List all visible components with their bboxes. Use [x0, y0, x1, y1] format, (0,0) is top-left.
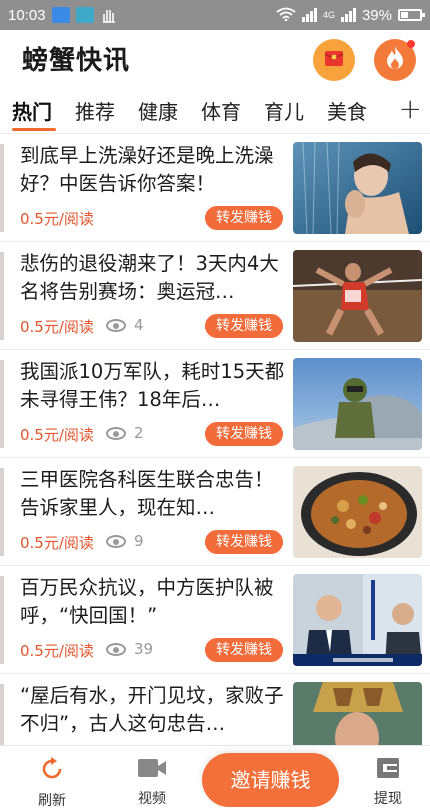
tab-sports[interactable]: 体育: [201, 96, 241, 125]
active-tab-indicator: [12, 128, 56, 131]
eye-icon: [106, 426, 126, 440]
article-thumbnail[interactable]: [293, 574, 422, 666]
article-item[interactable]: “屋后有水，开门见坟，家败子不归”，古人这句忠告…: [0, 674, 430, 745]
article-reward: 0.5元/阅读: [20, 210, 94, 228]
article-reward: 0.5元/阅读: [20, 426, 94, 444]
article-title[interactable]: 到底早上洗澡好还是晚上洗澡好？中医告诉你答案！: [20, 142, 286, 198]
eye-icon: [106, 318, 126, 332]
view-count-value: 4: [134, 316, 144, 334]
nav-withdraw-label: 提现: [374, 791, 402, 807]
share-earn-button[interactable]: 转发赚钱: [205, 422, 283, 446]
app-header: 螃蟹快讯: [0, 30, 430, 90]
nav-refresh-label: 刷新: [38, 793, 66, 809]
article-reward: 0.5元/阅读: [20, 534, 94, 552]
red-packet-icon: [322, 46, 346, 74]
article-reward: 0.5元/阅读: [20, 318, 94, 336]
nav-video[interactable]: 视频: [122, 756, 182, 808]
article-thumbnail[interactable]: [293, 142, 422, 234]
article-thumbnail[interactable]: [293, 250, 422, 342]
withdraw-icon: [375, 758, 401, 784]
view-count: 2: [106, 424, 144, 442]
article-title[interactable]: “屋后有水，开门见坟，家败子不归”，古人这句忠告…: [20, 682, 286, 738]
article-thumbnail[interactable]: [293, 358, 422, 450]
article-title[interactable]: 悲伤的退役潮来了！3天内4大名将告别赛场：奥运冠…: [20, 250, 286, 306]
fire-icon: [384, 45, 406, 75]
app-title: 螃蟹快讯: [22, 46, 131, 76]
article-title[interactable]: 百万民众抗议，中方医护队被呼，“快回国！”: [20, 574, 286, 630]
category-tabs: 热门 推荐 健康 体育 育儿 美食 +: [0, 90, 430, 134]
refresh-icon: [39, 757, 65, 786]
article-item[interactable]: 到底早上洗澡好还是晚上洗澡好？中医告诉你答案！ 0.5元/阅读 转发赚钱: [0, 134, 430, 242]
eye-icon: [106, 534, 126, 548]
article-thumbnail[interactable]: [293, 682, 422, 745]
tab-hot[interactable]: 热门: [12, 96, 52, 125]
article-thumbnail[interactable]: [293, 466, 422, 558]
edge-shadow: [0, 144, 4, 232]
edge-shadow: [0, 684, 4, 745]
share-earn-button[interactable]: 转发赚钱: [205, 206, 283, 230]
nav-video-label: 视频: [138, 791, 166, 807]
screenshot-notification-icon: [75, 7, 94, 23]
tab-parenting[interactable]: 育儿: [264, 96, 304, 125]
article-title[interactable]: 三甲医院各科医生联合忠告！告诉家里人，现在知…: [20, 466, 286, 522]
tab-food[interactable]: 美食: [327, 96, 367, 125]
video-camera-icon: [137, 759, 167, 784]
nav-withdraw[interactable]: 提现: [358, 756, 418, 808]
article-item[interactable]: 悲伤的退役潮来了！3天内4大名将告别赛场：奥运冠… 0.5元/阅读 4 转发赚钱: [0, 242, 430, 350]
status-time: 10:03: [8, 6, 46, 24]
tab-health[interactable]: 健康: [138, 96, 178, 125]
status-bar: 10:03 4G 39%: [0, 0, 430, 30]
edge-shadow: [0, 360, 4, 448]
wifi-icon: [276, 7, 296, 24]
notification-dot: [407, 40, 415, 48]
article-item[interactable]: 我国派10万军队，耗时15天都未寻得王伟？18年后… 0.5元/阅读 2 转发赚…: [0, 350, 430, 458]
share-earn-button[interactable]: 转发赚钱: [205, 530, 283, 554]
tab-recommend[interactable]: 推荐: [75, 96, 115, 125]
eye-icon: [106, 642, 126, 656]
network-type: 4G: [322, 10, 335, 20]
fire-button[interactable]: [374, 39, 416, 81]
article-title[interactable]: 我国派10万军队，耗时15天都未寻得王伟？18年后…: [20, 358, 286, 414]
signal-icon-2: [340, 8, 356, 22]
view-count: 4: [106, 316, 144, 334]
edge-shadow: [0, 468, 4, 556]
edge-shadow: [0, 252, 4, 340]
view-count-value: 39: [134, 640, 154, 658]
red-packet-button[interactable]: [313, 39, 355, 81]
edge-shadow: [0, 576, 4, 664]
signal-icon: [301, 8, 317, 22]
nav-refresh[interactable]: 刷新: [22, 756, 82, 810]
invite-earn-button[interactable]: 邀请赚钱: [202, 753, 339, 807]
message-notification-icon: [51, 7, 70, 23]
view-count-value: 2: [134, 424, 144, 442]
article-reward: 0.5元/阅读: [20, 642, 94, 660]
article-item[interactable]: 百万民众抗议，中方医护队被呼，“快回国！” 0.5元/阅读 39 转发赚钱: [0, 566, 430, 674]
hand-notification-icon: [100, 7, 118, 23]
view-count: 39: [106, 640, 153, 658]
article-item[interactable]: 三甲医院各科医生联合忠告！告诉家里人，现在知… 0.5元/阅读 9 转发赚钱: [0, 458, 430, 566]
view-count: 9: [106, 532, 144, 550]
add-tab-button[interactable]: +: [399, 92, 422, 125]
share-earn-button[interactable]: 转发赚钱: [205, 314, 283, 338]
share-earn-button[interactable]: 转发赚钱: [205, 638, 283, 662]
view-count-value: 9: [134, 532, 144, 550]
battery-icon: [398, 9, 425, 21]
article-feed[interactable]: 到底早上洗澡好还是晚上洗澡好？中医告诉你答案！ 0.5元/阅读 转发赚钱 悲伤的…: [0, 134, 430, 745]
battery-percent: 39%: [361, 6, 392, 24]
